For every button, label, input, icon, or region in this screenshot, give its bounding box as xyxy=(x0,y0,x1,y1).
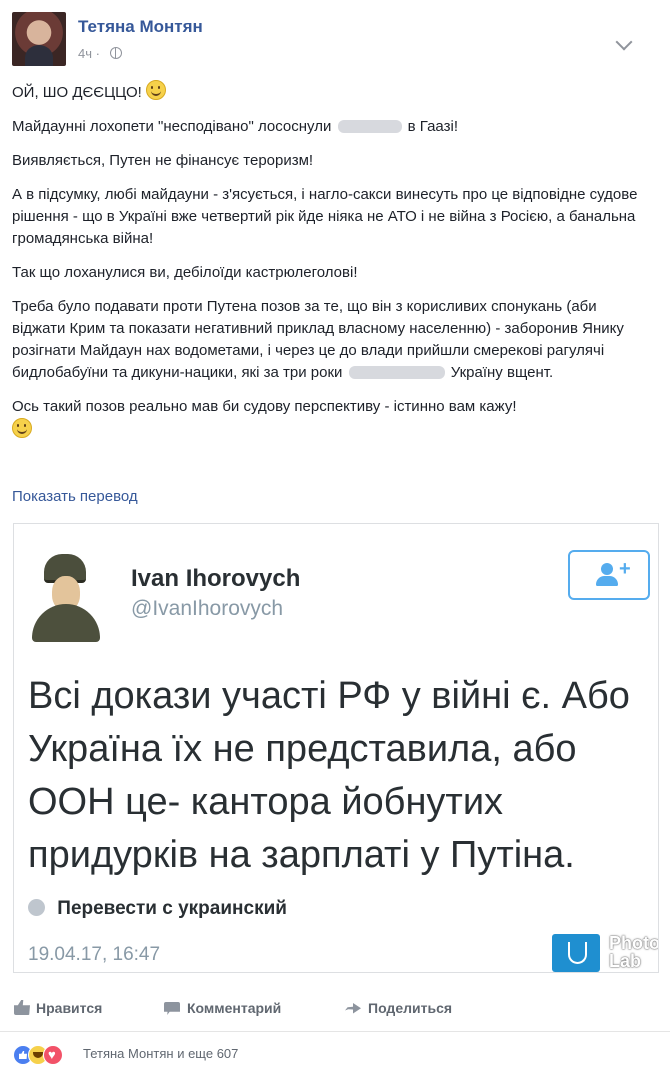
like-label: Нравится xyxy=(36,1000,103,1016)
photolab-watermark: Photo Lab xyxy=(552,933,659,972)
post-paragraph-2-start: Майдаунні лохопети "несподівано" лососну… xyxy=(12,118,332,135)
post-body: ОЙ, ШО ДЄЄЦЦО! Майдаунні лохопети "неспо… xyxy=(12,80,654,454)
tweet-translate-link[interactable]: Перевести с украинский xyxy=(28,898,287,920)
follow-user-icon xyxy=(594,563,620,589)
post-actions: Нравится Комментарий Поделиться xyxy=(0,996,670,1024)
blurred-word xyxy=(348,366,445,379)
like-button[interactable]: Нравится xyxy=(14,1000,102,1016)
post-paragraph-4: А в підсумку, любі майдауни - з'ясується… xyxy=(12,186,638,247)
post-paragraph-6: Треба було подавати проти Путена позов з… xyxy=(12,296,654,384)
photolab-watermark-line-1: Photo xyxy=(609,933,659,953)
post-paragraph-1: ОЙ, ШО ДЄЄЦЦО! xyxy=(12,80,654,104)
comment-label: Комментарий xyxy=(187,1000,282,1016)
share-label: Поделиться xyxy=(368,1000,453,1016)
photolab-logo-icon xyxy=(552,934,600,972)
photolab-watermark-line-2: Lab xyxy=(609,951,642,971)
avatar-body xyxy=(32,604,100,642)
post-time[interactable]: 4ч · xyxy=(78,46,122,61)
reaction-love-icon xyxy=(43,1045,63,1065)
follow-plus-text: + xyxy=(619,558,631,580)
author-avatar[interactable] xyxy=(12,12,66,66)
divider xyxy=(0,1031,670,1032)
post-paragraph-6-end: Україну вщент. xyxy=(450,364,554,381)
globe-icon xyxy=(28,899,45,916)
smile-emoji-icon xyxy=(145,80,166,100)
tweet-avatar[interactable] xyxy=(28,554,104,642)
post-header: Тетяна Монтян 4ч · xyxy=(12,12,652,68)
share-button[interactable]: Поделиться xyxy=(345,1000,452,1016)
post-paragraph-2-end: в Гаазі! xyxy=(407,118,458,135)
tweet-author-name[interactable]: Ivan Ihorovych xyxy=(131,565,300,593)
tweet-date: 19.04.17, 16:47 xyxy=(28,944,161,965)
post-paragraph-7: Ось такий позов реально мав би судову пе… xyxy=(12,396,654,442)
globe-icon xyxy=(109,47,122,59)
post-paragraph-1-text: ОЙ, ШО ДЄЄЦЦО! xyxy=(12,84,142,101)
photolab-watermark-text: Photo Lab xyxy=(609,933,659,971)
blurred-word xyxy=(337,120,402,133)
tweet-translate-text[interactable]: Перевести с украинский xyxy=(57,898,287,919)
like-icon xyxy=(14,1000,30,1015)
tweet-text: Всі докази участі РФ у війні є. Або Укра… xyxy=(28,675,630,876)
author-name[interactable]: Тетяна Монтян xyxy=(78,17,203,37)
share-icon xyxy=(345,1003,361,1014)
post-paragraph-7-text: Ось такий позов реально мав би судову пе… xyxy=(12,398,517,415)
smile-emoji-icon xyxy=(12,418,32,438)
chevron-down-icon[interactable] xyxy=(615,33,633,51)
post-time-text[interactable]: 4ч · xyxy=(78,46,100,61)
comment-button[interactable]: Комментарий xyxy=(164,1000,281,1016)
tweet-card[interactable]: Ivan Ihorovych @IvanIhorovych + Всі дока… xyxy=(13,523,659,973)
post-paragraph-5: Так що лоханулися ви, дебілоїди кастрюле… xyxy=(12,264,358,281)
post-paragraph-2: Майдаунні лохопети "несподівано" лососну… xyxy=(12,116,654,138)
tweet-author-handle[interactable]: @IvanIhorovych xyxy=(131,597,283,621)
comment-icon xyxy=(164,1002,180,1015)
post-paragraph-3: Виявляється, Путен не фінансує тероризм! xyxy=(12,152,314,169)
reaction-text[interactable]: Тетяна Монтян и еще 607 xyxy=(83,1046,238,1061)
show-translation-link[interactable]: Показать перевод xyxy=(12,488,138,505)
follow-button[interactable]: + xyxy=(568,550,650,600)
